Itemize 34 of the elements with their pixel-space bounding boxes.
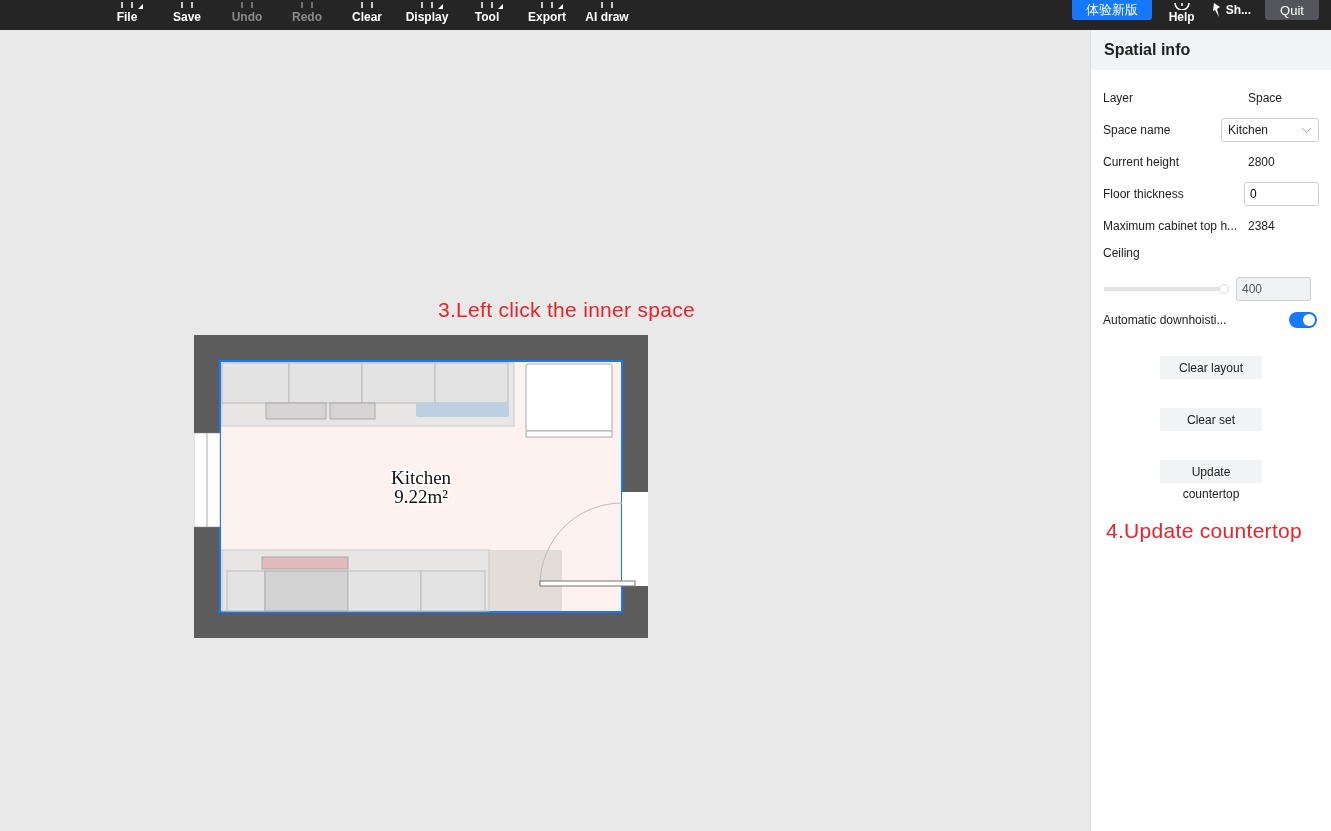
input-field[interactable]: 0 (1244, 182, 1319, 206)
room-area: 9.22m² (394, 486, 448, 507)
field-label: Current height (1103, 155, 1181, 169)
space-name-select[interactable]: Kitchen (1221, 118, 1319, 142)
toggle-switch[interactable] (1289, 312, 1317, 328)
help-button[interactable]: Help (1169, 0, 1194, 30)
field-value: 2800 (1248, 155, 1275, 169)
button-note: countertop (1181, 487, 1241, 501)
instruction-text: 3.Left click the inner space (438, 298, 696, 322)
field-label: Maximum cabinet top h... (1103, 219, 1239, 233)
toolbar-button[interactable]: Save (157, 0, 217, 30)
room-name: Kitchen (390, 467, 452, 488)
field-value: Space (1248, 91, 1283, 105)
toolbar-button[interactable]: File (97, 0, 157, 30)
action-button[interactable]: Update (1160, 460, 1262, 483)
share-button[interactable]: Sh... (1211, 0, 1251, 20)
help-icon (1173, 3, 1190, 10)
toolbar-button[interactable]: Display (397, 0, 457, 30)
chevron-icon (1301, 126, 1312, 134)
action-button[interactable]: Clear set (1160, 408, 1262, 431)
field-label: Floor thickness (1103, 187, 1185, 201)
quit-button[interactable]: Quit (1265, 0, 1319, 20)
panel-title: Spatial info (1091, 30, 1331, 70)
instruction-text: 4.Update countertop (1106, 519, 1303, 543)
field-label: Ceiling (1103, 246, 1141, 260)
new-version-button[interactable]: 体验新版 (1071, 0, 1152, 20)
field-label: Layer (1103, 91, 1135, 105)
field-value: 2384 (1248, 219, 1275, 233)
toolbar-button[interactable]: AI draw (577, 0, 637, 30)
toolbar-button[interactable]: Tool (457, 0, 517, 30)
field-label: Automatic downhoisti... (1103, 313, 1228, 327)
toolbar-button[interactable]: Clear (337, 0, 397, 30)
toolbar-button[interactable]: Export (517, 0, 577, 30)
action-button[interactable]: Clear layout (1160, 356, 1262, 379)
